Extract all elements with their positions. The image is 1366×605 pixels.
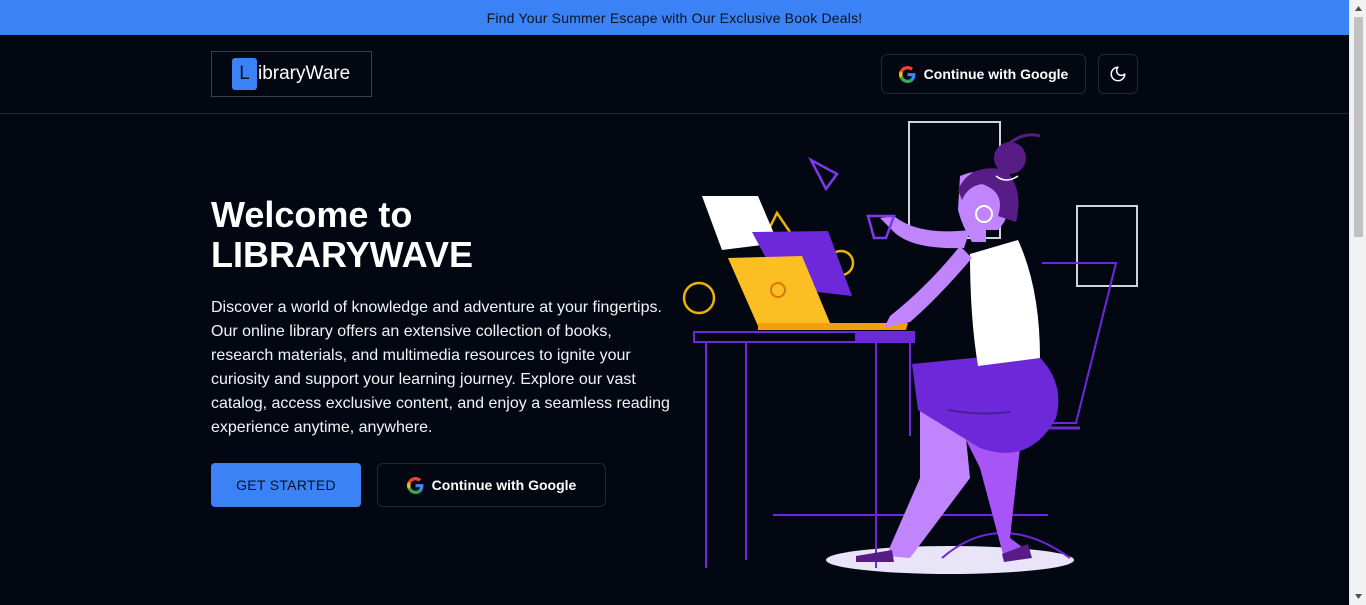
hero-google-signin-button[interactable]: Continue with Google — [377, 463, 606, 507]
get-started-label: GET STARTED — [236, 477, 336, 493]
hero-title: Welcome to LIBRARYWAVE — [211, 195, 671, 275]
logo[interactable]: L ibraryWare — [211, 51, 372, 97]
person-arm — [884, 246, 972, 328]
triangle-shape — [808, 156, 839, 192]
google-icon — [406, 476, 424, 494]
hero-description: Discover a world of knowledge and advent… — [211, 299, 670, 436]
get-started-button[interactable]: GET STARTED — [211, 463, 361, 507]
google-icon — [898, 65, 916, 83]
promo-banner-text: Find Your Summer Escape with Our Exclusi… — [486, 9, 863, 26]
theme-toggle-button[interactable] — [1098, 54, 1138, 94]
ring-shape — [682, 281, 716, 315]
scrollbar-thumb[interactable] — [1354, 17, 1363, 237]
page-scrollbar[interactable] — [1349, 0, 1366, 605]
hero-google-label: Continue with Google — [431, 477, 577, 493]
moon-icon — [1110, 66, 1126, 82]
nav-google-label: Continue with Google — [923, 66, 1069, 82]
nav-google-signin-button[interactable]: Continue with Google — [881, 54, 1086, 94]
scroll-up-arrow-icon[interactable] — [1350, 0, 1366, 17]
navbar: L ibraryWare Continue with Google — [0, 35, 1349, 114]
wall-frame-small — [1076, 205, 1138, 287]
logo-mark: L — [232, 58, 257, 90]
person-hair-bun — [994, 142, 1026, 174]
scroll-down-arrow-icon[interactable] — [1350, 588, 1366, 605]
person-shirt — [970, 240, 1040, 366]
hero-illustration — [682, 121, 1138, 574]
logo-text: ibraryWare — [258, 63, 351, 84]
promo-banner: Find Your Summer Escape with Our Exclusi… — [0, 0, 1349, 35]
hero-title-line2: LIBRARYWAVE — [211, 234, 474, 275]
hero-title-line1: Welcome to — [211, 194, 413, 235]
